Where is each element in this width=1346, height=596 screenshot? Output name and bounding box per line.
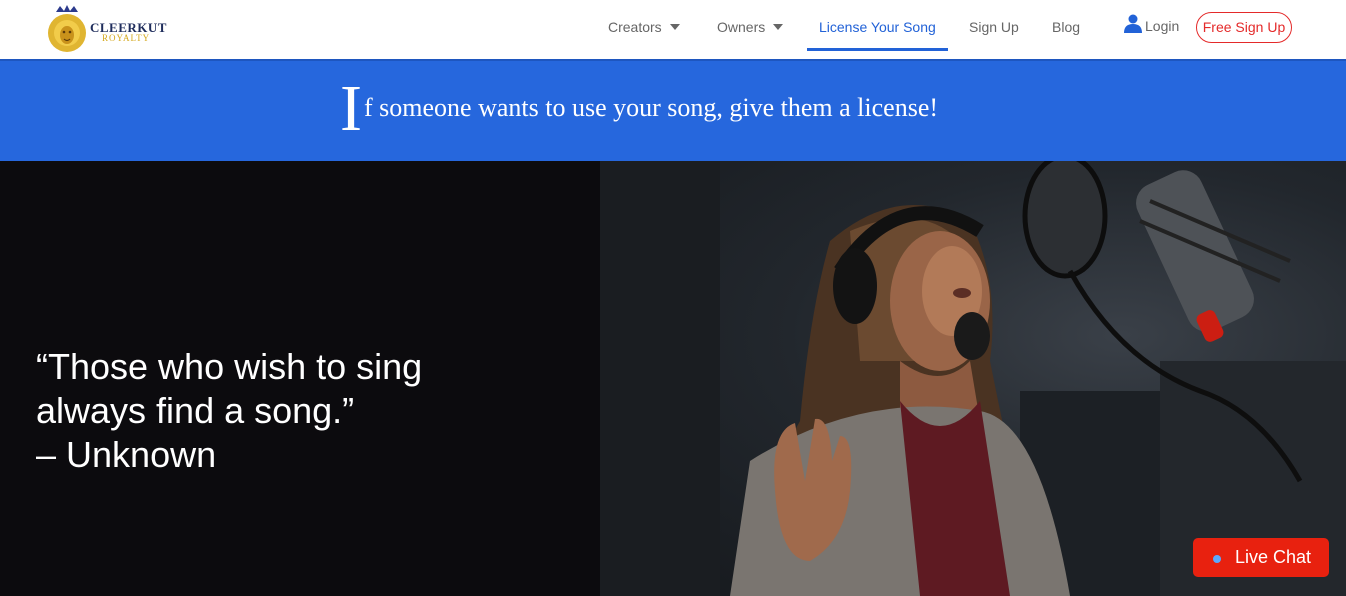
tagline-banner: If someone wants to use your song, give …: [0, 59, 1346, 161]
singer-photo: [600, 161, 1346, 596]
nav-creators-label: Creators: [608, 19, 662, 35]
nav-creators[interactable]: Creators: [608, 19, 680, 35]
nav-license-your-song[interactable]: License Your Song: [819, 19, 936, 35]
brand-subtitle: ROYALTY: [102, 33, 151, 43]
live-chat-button[interactable]: Live Chat: [1193, 538, 1329, 577]
brand-logo[interactable]: CLEERKUT ROYALTY: [44, 2, 174, 56]
quote-author: – Unknown: [36, 434, 217, 475]
free-sign-up-button[interactable]: Free Sign Up: [1196, 12, 1292, 43]
nav-owners[interactable]: Owners: [717, 19, 784, 35]
live-chat-label: Live Chat: [1235, 547, 1312, 567]
banner-tagline: If someone wants to use your song, give …: [340, 76, 939, 142]
banner-text: f someone wants to use your song, give t…: [363, 93, 939, 122]
login-label: Login: [1145, 18, 1180, 34]
singer-illustration: [600, 161, 1346, 596]
lion-crest-icon: [48, 5, 86, 52]
site-header: CLEERKUT ROYALTY Creators Owners License…: [0, 0, 1346, 59]
banner-dropcap: I: [340, 72, 362, 145]
online-status-icon: [1213, 555, 1221, 563]
hero-quote: “Those who wish to sing always find a so…: [36, 345, 422, 477]
quote-line-2: always find a song.”: [36, 390, 355, 431]
nav-sign-up[interactable]: Sign Up: [969, 19, 1019, 35]
login-link[interactable]: Login: [1124, 14, 1179, 34]
user-icon: [1124, 14, 1142, 33]
nav-owners-label: Owners: [717, 19, 766, 35]
nav-blog[interactable]: Blog: [1052, 19, 1080, 35]
active-nav-indicator: [807, 48, 948, 51]
caret-down-icon: [773, 24, 784, 30]
caret-down-icon: [669, 24, 680, 30]
quote-line-1: “Those who wish to sing: [36, 346, 423, 387]
